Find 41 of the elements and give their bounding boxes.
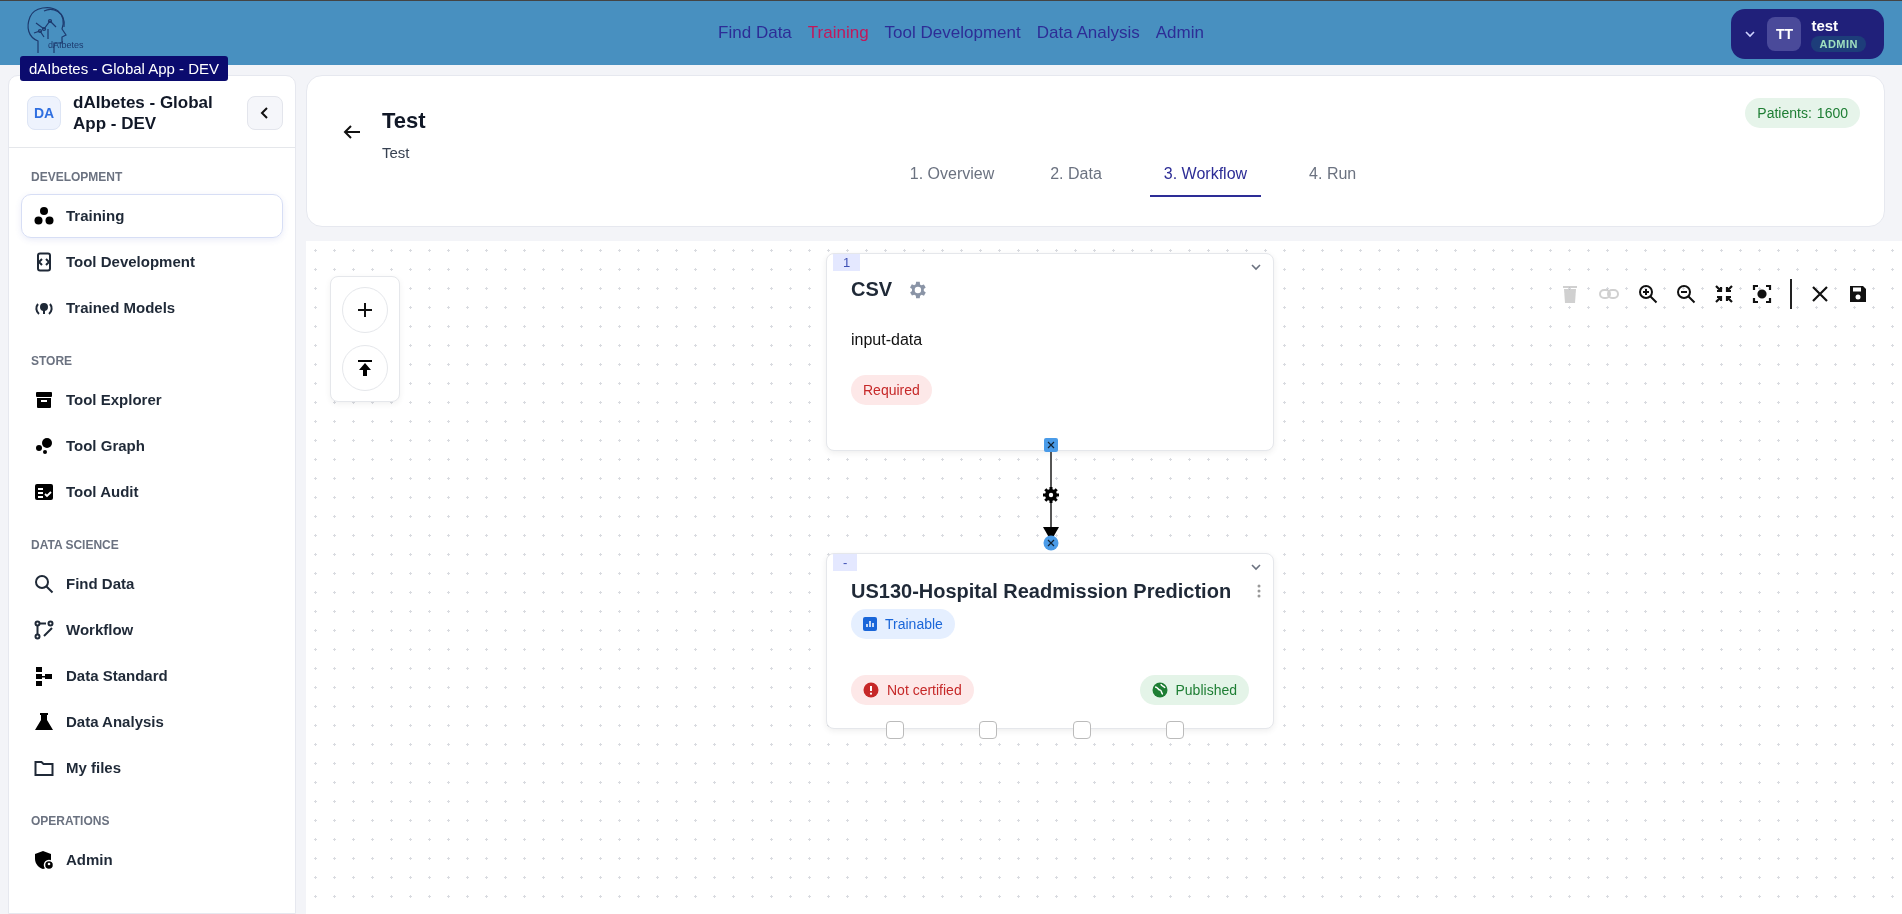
user-name: test — [1811, 16, 1839, 34]
sidebar-item[interactable]: Workflow — [21, 607, 283, 652]
sidebar-item[interactable]: Training — [21, 193, 283, 238]
step-tab[interactable]: 3. Workflow — [1149, 161, 1262, 197]
step-tab[interactable]: 1. Overview — [901, 161, 1003, 197]
sidebar-item[interactable]: Data Standard — [21, 653, 283, 698]
section-label: OPERATIONS — [30, 812, 111, 830]
sidebar-item[interactable]: Tool Explorer — [21, 377, 283, 422]
node-card[interactable]: - US130-Hospital Readmission Prediction Trainable Not certified Published — [826, 553, 1274, 729]
app-title: dAIbetes - Global App - DEV — [73, 92, 214, 135]
status-badge: Published — [1139, 675, 1249, 705]
node-title: CSV — [851, 278, 893, 301]
app-badge: DA — [27, 96, 61, 131]
sidebar-item[interactable]: My files — [21, 745, 283, 790]
sidebar-item[interactable]: Trained Models — [21, 285, 283, 330]
sidebar-item[interactable]: Tool Audit — [21, 469, 283, 514]
role-badge: ADMIN — [1811, 35, 1866, 52]
patients-chip: Patients: 1600 — [1745, 98, 1860, 128]
node-index: - — [833, 554, 858, 571]
node-title: US130-Hospital Readmission Prediction — [851, 580, 1232, 603]
app-name-tooltip: dAIbetes - Global App - DEV — [20, 56, 229, 81]
section-label: STORE — [30, 352, 74, 370]
user-menu[interactable]: TT test ADMIN — [1731, 9, 1884, 59]
status-badge: Required — [851, 375, 932, 405]
section-label: DATA SCIENCE — [30, 536, 120, 554]
sidebar-item[interactable]: Find Data — [21, 561, 283, 606]
node-description: input-data — [851, 331, 924, 349]
page-subtitle: Test — [382, 144, 411, 161]
step-tab[interactable]: 4. Run — [1301, 161, 1365, 197]
sidebar-item[interactable]: Data Analysis — [21, 699, 283, 744]
section-label: DEVELOPMENT — [30, 168, 124, 186]
user-avatar: TT — [1767, 17, 1802, 51]
node-index: 1 — [833, 254, 861, 271]
node-card[interactable]: 1 CSV input-data Required — [826, 253, 1274, 451]
status-badge: Trainable — [851, 609, 955, 639]
step-tab[interactable]: 2. Data — [1042, 161, 1110, 197]
status-badge: Not certified — [851, 675, 974, 705]
sidebar-item[interactable]: Tool Development — [21, 239, 283, 284]
sidebar-item[interactable]: Admin — [21, 837, 283, 882]
sidebar-item[interactable]: Tool Graph — [21, 423, 283, 468]
page-title: Test — [382, 108, 426, 134]
